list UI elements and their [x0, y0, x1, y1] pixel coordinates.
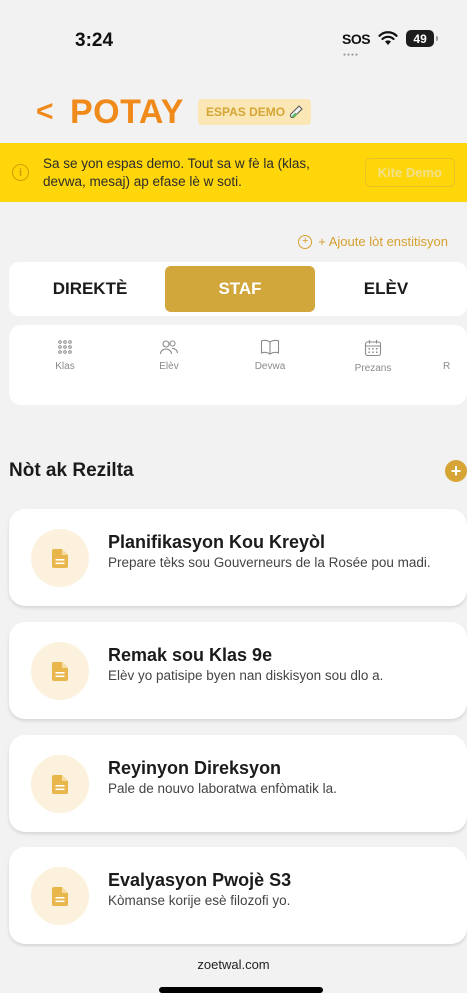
demo-banner: i Sa se yon espas demo. Tout sa w fè la … — [0, 143, 467, 202]
exit-demo-button[interactable]: Kite Demo — [364, 158, 455, 187]
notes-section-header: Nòt ak Rezilta + — [9, 460, 467, 482]
browser-bottom-bar: zoetwal.com — [0, 947, 467, 993]
note-title: Planifikasyon Kou Kreyòl — [108, 532, 326, 552]
note-content: Remak sou Klas 9e Elèv yo patisipe byen … — [108, 645, 438, 684]
quick-action-label: Klas — [55, 361, 75, 372]
quick-action-label: Prezans — [354, 363, 392, 374]
quick-action-prezans[interactable]: Prezans — [343, 339, 403, 374]
document-icon — [31, 755, 89, 813]
page-header: < POTAY ESPAS DEMO — [36, 92, 312, 132]
quick-action-klas[interactable]: Klas — [35, 339, 95, 372]
note-title: Evalyasyon Pwojè S3 — [108, 870, 292, 890]
book-icon — [260, 339, 280, 355]
quick-action-label: Elèv — [159, 361, 179, 372]
note-content: Reyinyon Direksyon Pale de nouvo laborat… — [108, 758, 438, 797]
section-title: Nòt ak Rezilta — [9, 460, 134, 481]
status-bar: 3:24 SOS ●●●● 49 — [0, 0, 467, 80]
status-time: 3:24 — [75, 30, 114, 51]
quick-action-label: R — [443, 361, 451, 372]
add-note-button[interactable]: + — [445, 460, 467, 482]
note-title: Reyinyon Direksyon — [108, 758, 282, 778]
note-card[interactable]: Reyinyon Direksyon Pale de nouvo laborat… — [9, 735, 467, 832]
note-body: Prepare tèks sou Gouverneurs de la Rosée… — [108, 555, 431, 570]
quick-actions-card: Klas Elèv Devwa Prezans R — [9, 325, 467, 405]
back-button[interactable]: < — [36, 92, 66, 132]
note-card[interactable]: Remak sou Klas 9e Elèv yo patisipe byen … — [9, 622, 467, 719]
users-icon — [159, 340, 179, 355]
quick-action-devwa[interactable]: Devwa — [240, 339, 300, 372]
quick-action-partial[interactable]: R — [443, 339, 467, 372]
add-institution-label: + Ajoute lòt enstitisyon — [318, 234, 448, 249]
add-institution-link[interactable]: + + Ajoute lòt enstitisyon — [298, 234, 448, 249]
note-title: Remak sou Klas 9e — [108, 645, 273, 665]
grid-icon — [58, 340, 72, 354]
quick-action-elev[interactable]: Elèv — [139, 339, 199, 372]
battery-icon: 49 — [406, 30, 439, 47]
note-body: Elèv yo patisipe byen nan diskisyon sou … — [108, 668, 384, 683]
demo-badge: ESPAS DEMO — [197, 99, 312, 125]
quick-action-label: Devwa — [254, 361, 286, 372]
note-body: Pale de nouvo laboratwa enfòmatik la. — [108, 781, 337, 796]
page-title: POTAY — [70, 92, 184, 131]
role-tabs: DIREKTÈ STAF ELÈV — [9, 262, 467, 316]
sos-label: SOS — [342, 30, 371, 47]
note-content: Evalyasyon Pwojè S3 Kòmanse korije esè f… — [108, 870, 438, 909]
signal-dots-icon: ●●●● — [343, 51, 360, 58]
test-tube-icon — [290, 105, 303, 119]
tab-elev[interactable]: ELÈV — [311, 266, 461, 312]
note-card[interactable]: Planifikasyon Kou Kreyòl Prepare tèks so… — [9, 509, 467, 606]
status-icons: SOS ●●●● 49 — [342, 30, 439, 58]
url-label[interactable]: zoetwal.com — [0, 957, 467, 972]
document-icon — [31, 529, 89, 587]
calendar-icon — [364, 340, 382, 357]
wifi-icon — [378, 31, 398, 45]
note-content: Planifikasyon Kou Kreyòl Prepare tèks so… — [108, 532, 438, 571]
info-icon: i — [12, 164, 29, 181]
document-icon — [31, 642, 89, 700]
tab-staf[interactable]: STAF — [165, 266, 315, 312]
plus-circle-icon: + — [298, 234, 313, 249]
document-icon — [31, 867, 89, 925]
banner-text: Sa se yon espas demo. Tout sa w fè la (k… — [43, 155, 310, 189]
tab-direkte[interactable]: DIREKTÈ — [15, 266, 165, 312]
sos-indicator: SOS ●●●● — [342, 30, 371, 58]
partial-icon — [443, 339, 459, 355]
home-indicator[interactable] — [159, 987, 323, 993]
note-body: Kòmanse korije esè filozofi yo. — [108, 893, 291, 908]
note-card[interactable]: Evalyasyon Pwojè S3 Kòmanse korije esè f… — [9, 847, 467, 944]
battery-level: 49 — [413, 31, 427, 46]
demo-badge-label: ESPAS DEMO — [205, 105, 286, 119]
